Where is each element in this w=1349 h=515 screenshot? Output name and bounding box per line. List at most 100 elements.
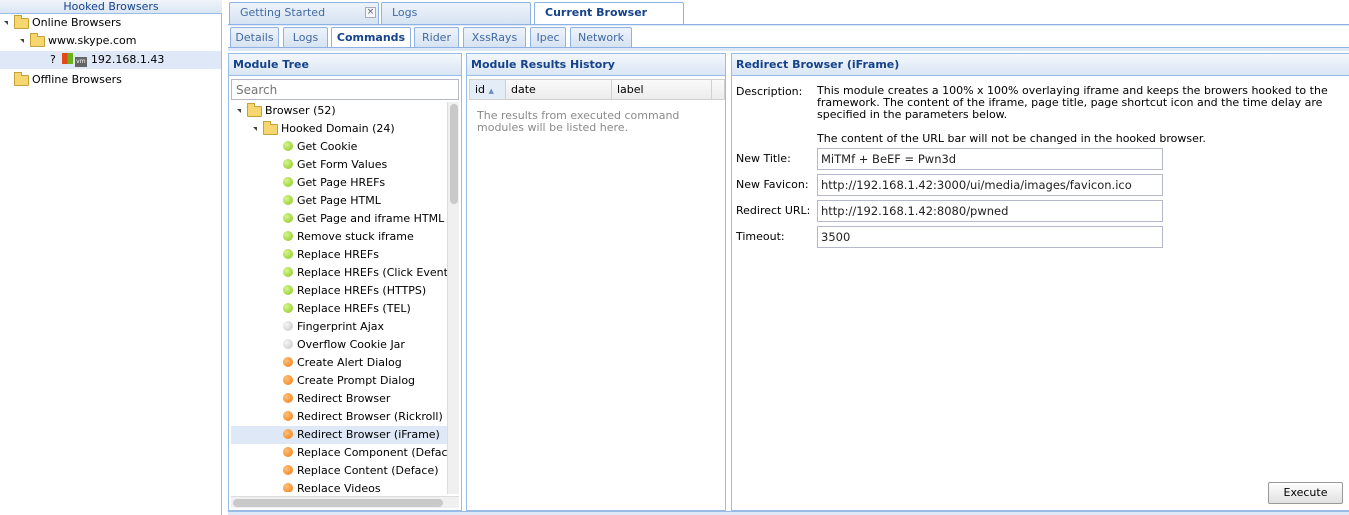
orange-status-icon	[283, 447, 293, 457]
close-icon[interactable]: ×	[365, 7, 376, 18]
orange-status-icon	[283, 465, 293, 475]
module-item[interactable]: Replace HREFs (Click Events)	[231, 264, 447, 282]
online-browsers-label: Online Browsers	[32, 16, 122, 29]
module-item[interactable]: Get Page HTML	[231, 192, 447, 210]
new-favicon-input[interactable]	[817, 174, 1163, 196]
module-label: Get Page HTML	[297, 194, 381, 207]
green-status-icon	[283, 141, 293, 151]
module-item[interactable]: Get Page HREFs	[231, 174, 447, 192]
description-paragraph: The content of the URL bar will not be c…	[817, 132, 1206, 145]
new-title-label: New Title:	[736, 152, 791, 165]
module-item[interactable]: Remove stuck iframe	[231, 228, 447, 246]
column-header-label[interactable]: label	[612, 80, 712, 99]
subtab-network[interactable]: Network	[570, 27, 632, 47]
timeout-label: Timeout:	[736, 230, 785, 243]
expand-arrow-icon[interactable]	[237, 109, 241, 113]
tree-online-browsers[interactable]: Online Browsers	[4, 14, 221, 32]
horizontal-scrollbar[interactable]	[231, 496, 459, 508]
module-tree-title: Module Tree	[229, 54, 461, 76]
windows-logo-icon	[61, 53, 73, 64]
vm-icon: vm	[74, 57, 87, 67]
orange-status-icon	[283, 429, 293, 439]
module-results-panel: Module Results History id ▲ date label T…	[466, 53, 726, 511]
command-panel: Redirect Browser (iFrame) Description: T…	[731, 53, 1349, 511]
subtab-label: Details	[235, 31, 274, 44]
tree-folder-browser[interactable]: Browser (52)	[231, 102, 447, 120]
expand-arrow-icon[interactable]	[253, 127, 257, 131]
tree-hooked-host[interactable]: ? vm 192.168.1.43	[0, 51, 221, 69]
expand-arrow-icon[interactable]	[20, 39, 24, 43]
module-item[interactable]: Get Page and iframe HTML	[231, 210, 447, 228]
module-label: Fingerprint Ajax	[297, 320, 385, 333]
module-item[interactable]: Fingerprint Ajax	[231, 318, 447, 336]
tab-current-browser[interactable]: Current Browser	[534, 2, 684, 24]
subtab-ipec[interactable]: Ipec	[530, 27, 566, 47]
tab-strip-divider	[228, 24, 1349, 26]
module-item[interactable]: Create Prompt Dialog	[231, 372, 447, 390]
execute-button[interactable]: Execute	[1268, 482, 1343, 504]
subtab-xssrays[interactable]: XssRays	[463, 27, 526, 47]
scroll-thumb[interactable]	[450, 104, 458, 204]
green-status-icon	[283, 177, 293, 187]
grey-status-icon	[283, 339, 293, 349]
subtab-label: XssRays	[471, 31, 518, 44]
subtab-details[interactable]: Details	[230, 27, 279, 47]
tree-offline-browsers[interactable]: Offline Browsers	[14, 71, 214, 89]
column-header-id[interactable]: id ▲	[470, 80, 506, 99]
module-item[interactable]: Create Alert Dialog	[231, 354, 447, 372]
new-title-input[interactable]	[817, 148, 1163, 170]
timeout-input[interactable]	[817, 226, 1163, 248]
subtab-logs[interactable]: Logs	[283, 27, 328, 47]
module-item[interactable]: Redirect Browser (Rickroll)	[231, 408, 447, 426]
tree-domain[interactable]: www.skype.com	[20, 32, 220, 50]
module-label: Replace HREFs (Click Events)	[297, 266, 447, 279]
module-label: Replace Videos	[297, 482, 381, 492]
green-status-icon	[283, 285, 293, 295]
module-label: Get Page HREFs	[297, 176, 386, 189]
module-item[interactable]: Replace HREFs (TEL)	[231, 300, 447, 318]
tree-folder-hooked-domain[interactable]: Hooked Domain (24)	[231, 120, 447, 138]
orange-status-icon	[283, 375, 293, 385]
green-status-icon	[283, 195, 293, 205]
module-label: Remove stuck iframe	[297, 230, 414, 243]
module-label: Create Prompt Dialog	[297, 374, 416, 387]
module-item[interactable]: Replace Videos	[231, 480, 447, 492]
subtab-label: Logs	[292, 31, 319, 44]
module-item[interactable]: Replace HREFs	[231, 246, 447, 264]
module-label: Get Cookie	[297, 140, 358, 153]
folder-icon	[263, 120, 278, 135]
module-item[interactable]: Redirect Browser	[231, 390, 447, 408]
hooked-browsers-panel: Hooked Browsers Online Browsers www.skyp…	[0, 0, 222, 515]
folder-label: Hooked Domain (24)	[281, 122, 395, 135]
subtab-commands[interactable]: Commands	[331, 27, 411, 48]
module-item[interactable]: Replace Component (Deface)	[231, 444, 447, 462]
green-status-icon	[283, 249, 293, 259]
column-header-date[interactable]: date	[506, 80, 612, 99]
module-results-title: Module Results History	[467, 54, 725, 76]
orange-status-icon	[283, 483, 293, 492]
unknown-os-icon: ?	[50, 53, 56, 66]
description-text: This module creates a 100% x 100% overla…	[817, 85, 1347, 145]
module-item[interactable]: Replace Content (Deface)	[231, 462, 447, 480]
tab-logs-top[interactable]: Logs	[381, 2, 531, 24]
module-label: Replace HREFs	[297, 248, 379, 261]
vertical-scrollbar[interactable]	[447, 102, 459, 494]
module-item[interactable]: Overflow Cookie Jar	[231, 336, 447, 354]
redirect-url-input[interactable]	[817, 200, 1163, 222]
tab-getting-started[interactable]: Getting Started ×	[229, 2, 379, 24]
module-label: Replace HREFs (HTTPS)	[297, 284, 427, 297]
host-ip-label: 192.168.1.43	[90, 53, 165, 66]
module-tree: Browser (52) Hooked Domain (24) Get Cook…	[231, 102, 447, 492]
orange-status-icon	[283, 357, 293, 367]
module-item[interactable]: Replace HREFs (HTTPS)	[231, 282, 447, 300]
module-item[interactable]: Redirect Browser (iFrame)	[231, 426, 447, 444]
scroll-thumb[interactable]	[233, 499, 443, 507]
module-search-input[interactable]	[231, 79, 459, 100]
module-item[interactable]: Get Form Values	[231, 156, 447, 174]
module-item[interactable]: Get Cookie	[231, 138, 447, 156]
expand-arrow-icon[interactable]	[4, 21, 8, 25]
subtab-rider[interactable]: Rider	[414, 27, 459, 47]
results-grid-header: id ▲ date label	[469, 79, 725, 100]
grey-status-icon	[283, 321, 293, 331]
hooked-browsers-title: Hooked Browsers	[0, 0, 222, 14]
